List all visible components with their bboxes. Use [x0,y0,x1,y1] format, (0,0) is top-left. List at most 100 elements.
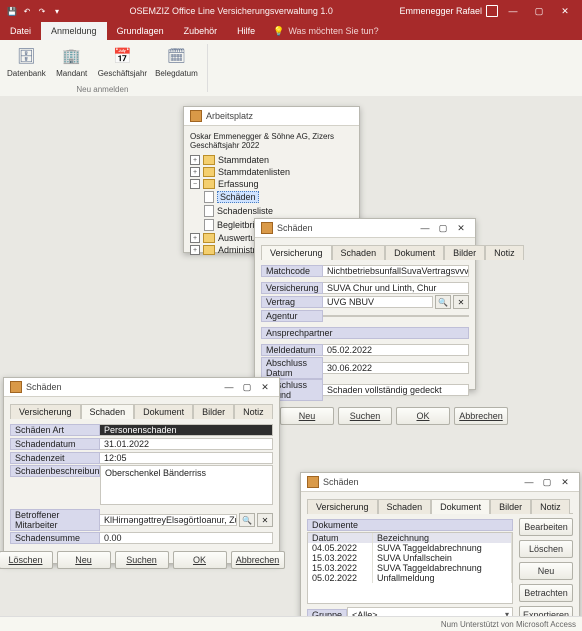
expand-icon[interactable]: + [190,155,200,165]
label-schadendatum: Schadendatum [10,438,100,450]
maximize-button[interactable]: ▢ [539,476,555,488]
maximize-button[interactable]: ▢ [528,2,550,20]
tab-schaden[interactable]: Schaden [332,245,386,260]
ribbon-belegdatum[interactable]: 🗓Belegdatum [152,43,201,80]
abbrechen-button[interactable]: Abbrechen [231,551,285,569]
tab-notiz[interactable]: Notiz [485,245,524,260]
tab-versicherung[interactable]: Versicherung [10,404,81,419]
neu-button[interactable]: Neu [519,562,573,580]
tab-versicherung[interactable]: Versicherung [261,245,332,260]
year-label: Geschäftsjahr 2022 [190,141,353,150]
field-versicherung[interactable]: SUVA Chur und Linth, Chur [323,282,469,294]
field-matchcode[interactable]: NichtbetriebsunfallSuvaVertragsvvv«nB+uw… [323,265,469,277]
menu-anmeldung[interactable]: Anmeldung [41,22,107,40]
tab-bilder[interactable]: Bilder [490,499,531,514]
lookup-button[interactable]: 🔍 [239,513,255,527]
calendar-day-icon: 🗓 [165,45,187,67]
tree-schaeden[interactable]: Schäden [204,190,353,204]
minimize-button[interactable]: — [521,476,537,488]
qat-save-icon[interactable]: 💾 [6,5,18,17]
minimize-button[interactable]: — [221,381,237,393]
qat-more-icon[interactable]: ▾ [51,5,63,17]
menu-hilfe[interactable]: Hilfe [227,22,265,40]
folder-icon [203,233,215,243]
field-schadenbeschreibung[interactable]: Oberschenkel Bänderriss [100,465,273,505]
ok-button[interactable]: OK [173,551,227,569]
abbrechen-button[interactable]: Abbrechen [454,407,508,425]
label-agentur: Agentur [261,310,323,322]
table-row[interactable]: 15.03.2022SUVA Unfallschein [308,553,512,563]
field-abschlussgrund[interactable]: Schaden vollständig gedeckt [323,384,469,396]
suchen-button[interactable]: Suchen [338,407,392,425]
ribbon-geschaeftsjahr[interactable]: 📅Geschäftsjahr [95,43,150,80]
ok-button[interactable]: OK [396,407,450,425]
menu-zubehoer[interactable]: Zubehör [174,22,228,40]
qat-redo-icon[interactable]: ↷ [36,5,48,17]
tab-notiz[interactable]: Notiz [531,499,570,514]
expand-icon[interactable]: + [190,245,200,255]
label-schadenzeit: Schadenzeit [10,452,100,464]
table-row[interactable]: 04.05.2022SUVA Taggeldabrechnung [308,543,512,553]
loeschen-button[interactable]: Löschen [0,551,53,569]
collapse-icon[interactable]: − [190,179,200,189]
folder-icon [203,167,215,177]
betrachten-button[interactable]: Betrachten [519,584,573,602]
close-button[interactable]: ✕ [554,2,576,20]
maximize-button[interactable]: ▢ [239,381,255,393]
tab-bilder[interactable]: Bilder [193,404,234,419]
clear-button[interactable]: ✕ [453,295,469,309]
field-schadenzeit[interactable]: 12:05 [100,452,273,464]
minimize-button[interactable]: — [502,2,524,20]
tab-dokument[interactable]: Dokument [134,404,193,419]
menu-grundlagen[interactable]: Grundlagen [107,22,174,40]
titlebar: 💾 ↶ ↷ ▾ OSEMZIZ Office Line Versicherung… [0,0,582,22]
tab-dokument[interactable]: Dokument [385,245,444,260]
field-schadensumme[interactable]: 0.00 [100,532,273,544]
tree-stammdatenlisten[interactable]: +Stammdatenlisten [190,166,353,178]
field-abschlussdatum[interactable]: 30.06.2022 [323,362,469,374]
tree-schadenliste[interactable]: Schadensliste [204,204,353,218]
field-mitarbeiter[interactable]: KlHirnəngəttreyElsəgörtIoanur, Zugw [100,514,237,526]
field-schaden-art[interactable]: Personenschaden [100,424,273,436]
field-meldedatum[interactable]: 05.02.2022 [323,344,469,356]
table-row[interactable]: 05.02.2022Unfallmeldung [308,573,512,583]
maximize-button[interactable]: ▢ [435,222,451,234]
tab-schaden[interactable]: Schaden [81,404,135,419]
close-button[interactable]: ✕ [257,381,273,393]
ribbon-mandant[interactable]: 🏢Mandant [51,43,93,80]
minimize-button[interactable]: — [417,222,433,234]
expand-icon[interactable]: + [190,233,200,243]
neu-button[interactable]: Neu [57,551,111,569]
bearbeiten-button[interactable]: Bearbeiten [519,518,573,536]
col-datum[interactable]: Datum [308,533,373,543]
menu-datei[interactable]: Datei [0,22,41,40]
clear-button[interactable]: ✕ [257,513,273,527]
close-button[interactable]: ✕ [453,222,469,234]
lookup-button[interactable]: 🔍 [435,295,451,309]
field-vertrag[interactable]: UVG NBUV [323,296,433,308]
tab-dokument[interactable]: Dokument [431,499,490,514]
tab-notiz[interactable]: Notiz [234,404,273,419]
window-icon [261,222,273,234]
label-abschlussdatum: Abschluss Datum [261,357,323,379]
tree-stammdaten[interactable]: +Stammdaten [190,154,353,166]
field-schadendatum[interactable]: 31.01.2022 [100,438,273,450]
window-title: Schäden [323,477,359,487]
table-row[interactable]: 15.03.2022SUVA Taggeldabrechnung [308,563,512,573]
loeschen-button[interactable]: Löschen [519,540,573,558]
ribbon-datenbank[interactable]: 🗄Datenbank [4,43,49,80]
close-button[interactable]: ✕ [557,476,573,488]
tell-me[interactable]: 💡Was möchten Sie tun? [265,22,386,40]
tab-versicherung[interactable]: Versicherung [307,499,378,514]
expand-icon[interactable]: + [190,167,200,177]
tab-bilder[interactable]: Bilder [444,245,485,260]
col-bezeichnung[interactable]: Bezeichnung [373,533,512,543]
qat-undo-icon[interactable]: ↶ [21,5,33,17]
suchen-button[interactable]: Suchen [115,551,169,569]
avatar[interactable] [486,5,498,17]
field-agentur[interactable] [323,315,469,317]
tab-schaden[interactable]: Schaden [378,499,432,514]
user-name: Emmenegger Rafael [399,6,482,16]
tree-erfassung[interactable]: −Erfassung [190,178,353,190]
neu-button[interactable]: Neu [280,407,334,425]
